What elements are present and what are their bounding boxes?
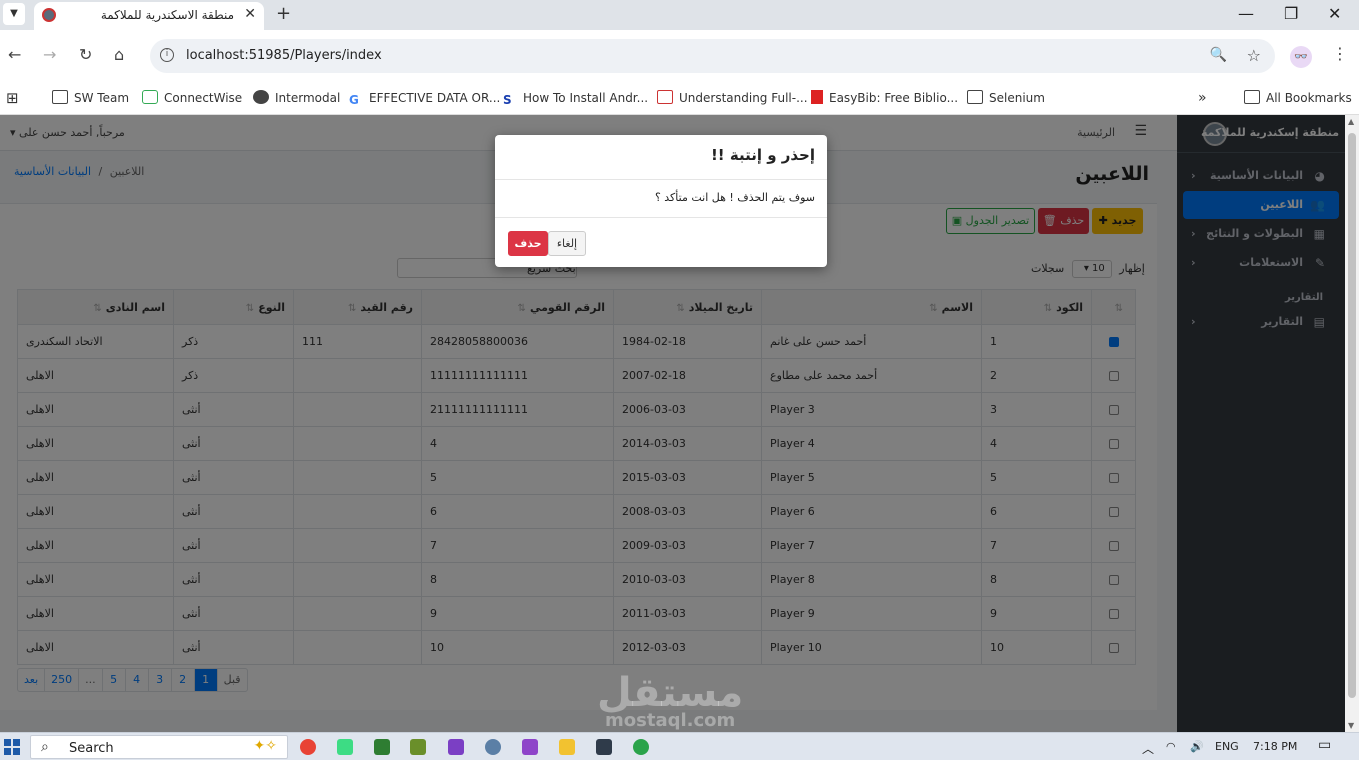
apps-grid-icon[interactable]: ⊞: [6, 87, 19, 109]
bookmark-easybib[interactable]: EasyBib: Free Biblio...: [811, 87, 958, 109]
bookmarks-bar: ⊞ SW Team ConnectWise Intermodal G EFFECT…: [0, 82, 1359, 115]
reload-button[interactable]: ↻: [79, 45, 92, 64]
modal-header: إحذر و إنتبة !!: [495, 135, 827, 180]
restore-button[interactable]: ❐: [1284, 4, 1298, 23]
confirm-delete-modal: إحذر و إنتبة !! سوف يتم الحذف ! هل انت م…: [495, 135, 827, 267]
site-favicon-icon: [42, 8, 56, 22]
url-text[interactable]: localhost:51985/Players/index: [186, 48, 382, 63]
bookmark-label: ConnectWise: [164, 91, 243, 105]
document-icon: [657, 90, 673, 104]
utorrent-taskbar-icon[interactable]: [633, 739, 649, 755]
watermark-sub: mostaql.com: [605, 710, 736, 731]
scrollbar-thumb[interactable]: [1348, 133, 1356, 698]
bookmark-selenium[interactable]: Selenium: [967, 87, 1045, 109]
easybib-icon: [811, 90, 823, 104]
bookmark-label: Intermodal: [275, 91, 341, 105]
folder-icon: [1244, 90, 1260, 104]
volume-icon[interactable]: 🔊: [1190, 740, 1204, 753]
visual-studio-taskbar-icon[interactable]: [448, 739, 464, 755]
search-icon: ⌕: [41, 739, 49, 755]
bookmark-star-icon[interactable]: ☆: [1247, 46, 1261, 65]
tab-search-button[interactable]: ▼: [3, 3, 25, 25]
language-indicator[interactable]: ENG: [1215, 740, 1239, 753]
omnibox[interactable]: i localhost:51985/Players/index 🔍 ☆: [150, 39, 1275, 73]
browser-tab[interactable]: منطقة الاسكندرية للملاكمة ✕: [34, 2, 264, 30]
modal-cancel-button[interactable]: إلغاء: [548, 231, 586, 256]
scroll-down-icon[interactable]: ▼: [1348, 721, 1354, 730]
bookmark-install-android[interactable]: S How To Install Andr...: [503, 87, 648, 109]
windows-start-icon[interactable]: [4, 739, 20, 755]
new-tab-button[interactable]: +: [276, 3, 291, 24]
zoom-icon[interactable]: 🔍: [1210, 47, 1227, 63]
home-button[interactable]: ⌂: [114, 45, 124, 64]
all-bookmarks[interactable]: All Bookmarks: [1244, 87, 1352, 109]
scroll-up-icon[interactable]: ▲: [1348, 117, 1354, 126]
modal-message: سوف يتم الحذف ! هل انت متأكد ؟: [654, 191, 815, 204]
modal-confirm-delete-button[interactable]: حذف: [508, 231, 548, 256]
bookmark-label: EasyBib: Free Biblio...: [829, 91, 959, 105]
s-logo-icon: S: [503, 93, 512, 107]
copilot-sparkle-icon: ✦✧: [253, 738, 277, 754]
chrome-taskbar-icon[interactable]: [300, 739, 316, 755]
app-taskbar-icon[interactable]: [485, 739, 501, 755]
bookmark-label: How To Install Andr...: [523, 91, 649, 105]
site-info-icon[interactable]: i: [160, 48, 174, 62]
taskbar-search-box[interactable]: ⌕ Search ✦✧: [30, 735, 288, 759]
google-icon: G: [349, 93, 359, 107]
taskbar-search-label: Search: [69, 741, 114, 756]
bookmark-connectwise[interactable]: ConnectWise: [142, 87, 242, 109]
bookmark-effective-data[interactable]: G EFFECTIVE DATA OR...: [349, 87, 500, 109]
minimize-button[interactable]: —: [1238, 4, 1254, 23]
android-studio-taskbar-icon[interactable]: [337, 739, 353, 755]
globe-icon: [253, 90, 269, 104]
visual-studio-taskbar-icon[interactable]: [522, 739, 538, 755]
bookmark-label: EFFECTIVE DATA OR...: [369, 91, 501, 105]
modal-body: سوف يتم الحذف ! هل انت متأكد ؟: [495, 180, 827, 218]
app-taskbar-icon[interactable]: [410, 739, 426, 755]
address-bar-row: ← → ↻ ⌂ i localhost:51985/Players/index …: [0, 30, 1359, 82]
bookmark-label: SW Team: [74, 91, 130, 105]
notifications-icon[interactable]: ▭: [1318, 737, 1331, 753]
folder-icon: [52, 90, 68, 104]
window-close-button[interactable]: ✕: [1328, 4, 1341, 23]
clock[interactable]: 7:18 PM: [1253, 740, 1297, 753]
os-taskbar: ⌕ Search ✦✧ ︿ ◠ 🔊 ENG 7:18 PM ▭: [0, 732, 1359, 760]
modal-title: إحذر و إنتبة !!: [710, 146, 815, 164]
tab-close-icon[interactable]: ✕: [244, 6, 256, 22]
back-button[interactable]: ←: [8, 45, 21, 64]
watermark: مستقل mostaql.com: [597, 670, 743, 731]
browser-tab-bar: ▼ منطقة الاسكندرية للملاكمة ✕ + — ❐ ✕: [0, 0, 1359, 30]
folder-icon: [967, 90, 983, 104]
more-bookmarks-icon[interactable]: »: [1198, 87, 1207, 109]
all-bookmarks-label: All Bookmarks: [1266, 91, 1352, 105]
tab-title: منطقة الاسكندرية للملاكمة: [100, 8, 234, 22]
page-scrollbar[interactable]: ▲ ▼: [1345, 115, 1359, 732]
browser-menu-icon[interactable]: ⋮: [1332, 44, 1348, 63]
bookmark-sw-team[interactable]: SW Team: [52, 87, 129, 109]
profile-avatar[interactable]: 👓: [1290, 46, 1312, 68]
bookmark-intermodal[interactable]: Intermodal: [253, 87, 340, 109]
bookmark-label: Understanding Full-...: [679, 91, 808, 105]
bookmark-label: Selenium: [989, 91, 1045, 105]
connectwise-icon: [142, 90, 158, 104]
forward-button[interactable]: →: [43, 45, 56, 64]
app-taskbar-icon[interactable]: [596, 739, 612, 755]
bookmark-understanding[interactable]: Understanding Full-...: [657, 87, 808, 109]
file-explorer-taskbar-icon[interactable]: [559, 739, 575, 755]
app-taskbar-icon[interactable]: [374, 739, 390, 755]
wifi-icon[interactable]: ◠: [1166, 740, 1176, 753]
chevron-up-icon[interactable]: ︿: [1142, 740, 1154, 757]
